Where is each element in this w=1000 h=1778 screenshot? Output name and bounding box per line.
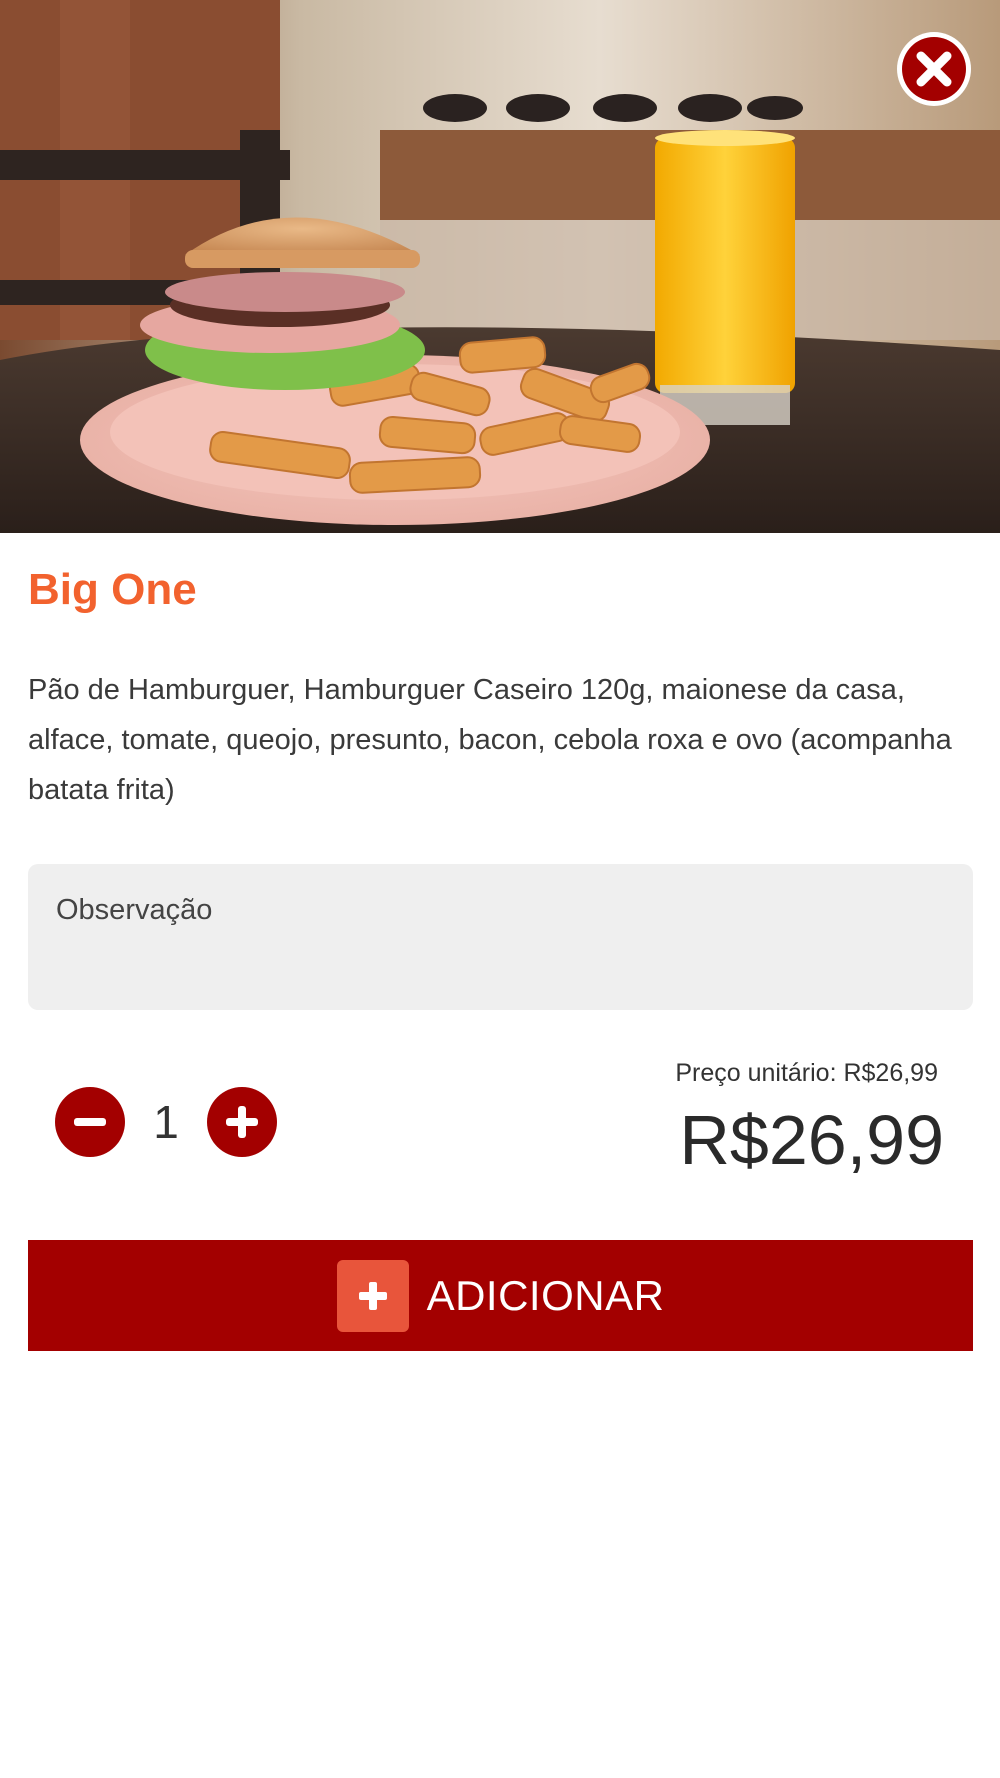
product-title: Big One xyxy=(28,565,197,614)
minus-icon xyxy=(74,1118,106,1126)
decrement-button[interactable] xyxy=(55,1087,125,1157)
total-price: R$26,99 xyxy=(679,1101,944,1179)
increment-button[interactable] xyxy=(207,1087,277,1157)
close-icon xyxy=(897,32,971,106)
observation-field[interactable] xyxy=(28,864,973,1010)
product-description: Pão de Hamburguer, Hamburguer Caseiro 12… xyxy=(28,674,952,806)
add-to-cart-button[interactable]: ADICIONAR xyxy=(28,1240,973,1351)
unit-price: Preço unitário: R$26,99 xyxy=(675,1059,938,1087)
quantity-stepper: 1 xyxy=(55,1087,277,1157)
add-button-label: ADICIONAR xyxy=(426,1271,665,1319)
quantity-value: 1 xyxy=(153,1096,179,1148)
plus-square-icon xyxy=(336,1259,409,1332)
close-button[interactable] xyxy=(895,30,973,108)
product-photo xyxy=(0,0,1000,533)
plus-icon xyxy=(226,1106,258,1138)
